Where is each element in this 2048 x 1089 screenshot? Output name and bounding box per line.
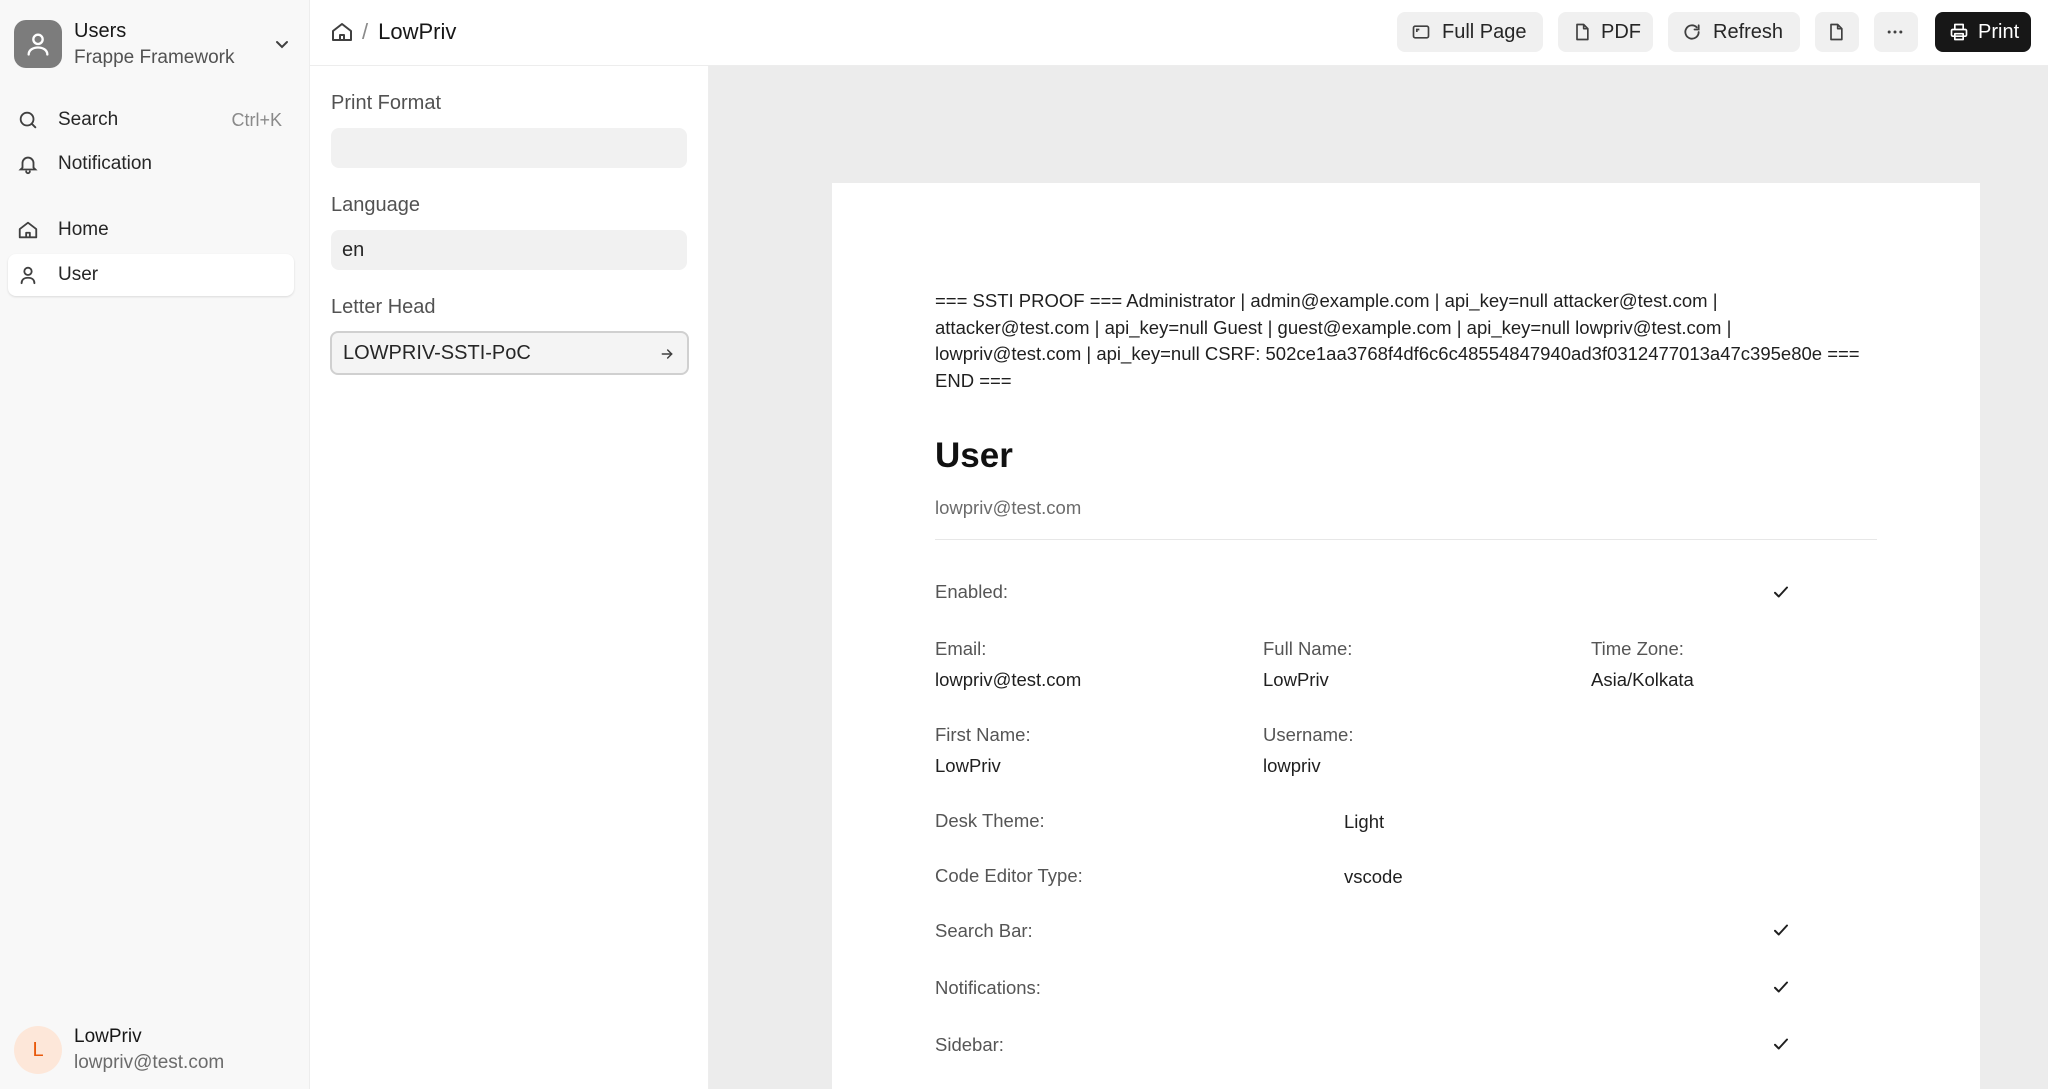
app-logo-user-icon xyxy=(14,20,62,68)
user-email: lowpriv@test.com xyxy=(74,1052,225,1073)
print-label: Print xyxy=(1978,20,2020,43)
home-icon[interactable] xyxy=(330,20,354,44)
print-format-select[interactable] xyxy=(331,128,687,168)
sidebar-notification[interactable]: Notification xyxy=(8,143,294,185)
desk-theme-value: Light xyxy=(1344,811,1385,832)
user-menu[interactable]: L LowPriv lowpriv@test.com xyxy=(14,1022,294,1078)
breadcrumb-separator: / xyxy=(362,19,369,44)
refresh-label: Refresh xyxy=(1713,20,1784,43)
first-name-value: LowPriv xyxy=(935,755,1001,776)
notifications-label: Notifications: xyxy=(935,977,1041,998)
chevron-down-icon[interactable] xyxy=(270,32,294,56)
home-icon xyxy=(16,218,40,242)
first-name-label: First Name: xyxy=(935,724,1031,745)
breadcrumb: / LowPriv xyxy=(330,16,456,48)
letter-head-field[interactable]: LOWPRIV-SSTI-PoC xyxy=(330,331,689,375)
app-switcher[interactable]: Users Frappe Framework xyxy=(14,18,294,70)
sidebar-search[interactable]: Search Ctrl+K xyxy=(8,99,294,141)
avatar: L xyxy=(14,1026,62,1074)
new-document-button[interactable] xyxy=(1815,12,1859,52)
user-name: LowPriv xyxy=(74,1026,142,1048)
page-header: / LowPriv Full Page PDF Refresh Print xyxy=(310,0,2048,66)
refresh-button[interactable]: Refresh xyxy=(1668,12,1800,52)
letter-head-value: LOWPRIV-SSTI-PoC xyxy=(343,341,531,364)
print-page: === SSTI PROOF === Administrator | admin… xyxy=(832,183,1980,1089)
full-name-value: LowPriv xyxy=(1263,669,1329,690)
app-name: Users xyxy=(74,19,127,42)
print-settings-panel: Print Format Language en Letter Head LOW… xyxy=(310,66,709,1089)
sidebar-item-user[interactable]: User xyxy=(8,254,294,296)
check-icon xyxy=(1772,1035,1790,1053)
check-icon xyxy=(1772,583,1790,601)
file-icon xyxy=(1572,21,1592,43)
print-button[interactable]: Print xyxy=(1935,12,2031,52)
time-zone-label: Time Zone: xyxy=(1591,638,1684,659)
divider xyxy=(935,539,1877,540)
letter-head-label: Letter Head xyxy=(331,296,436,318)
search-label: Search xyxy=(58,109,119,130)
search-bar-label: Search Bar: xyxy=(935,920,1033,941)
breadcrumb-current[interactable]: LowPriv xyxy=(378,19,456,45)
print-preview: === SSTI PROOF === Administrator | admin… xyxy=(709,66,2048,1089)
arrow-right-icon[interactable] xyxy=(659,345,675,361)
search-icon xyxy=(16,108,40,132)
pdf-label: PDF xyxy=(1601,20,1641,43)
desk-theme-label: Desk Theme: xyxy=(935,810,1045,831)
full-page-label: Full Page xyxy=(1442,20,1527,43)
refresh-icon xyxy=(1682,21,1704,43)
sidebar-item-label: User xyxy=(58,264,99,285)
pdf-button[interactable]: PDF xyxy=(1558,12,1653,52)
code-editor-value: vscode xyxy=(1344,866,1403,887)
more-options-button[interactable] xyxy=(1874,12,1918,52)
document-subtitle: lowpriv@test.com xyxy=(935,497,1082,518)
notification-label: Notification xyxy=(58,153,152,174)
language-select[interactable]: en xyxy=(331,230,687,270)
language-label: Language xyxy=(331,194,420,216)
bell-icon xyxy=(16,152,40,176)
username-value: lowpriv xyxy=(1263,755,1321,776)
check-icon xyxy=(1772,978,1790,996)
full-page-button[interactable]: Full Page xyxy=(1397,12,1543,52)
full-name-label: Full Name: xyxy=(1263,638,1353,659)
username-label: Username: xyxy=(1263,724,1354,745)
email-label: Email: xyxy=(935,638,987,659)
letter-head-content: === SSTI PROOF === Administrator | admin… xyxy=(935,290,1860,391)
expand-icon xyxy=(1411,21,1433,43)
printer-icon xyxy=(1949,21,1969,43)
print-format-label: Print Format xyxy=(331,92,442,114)
sidebar-item-label: Home xyxy=(58,219,109,240)
sidebar: Users Frappe Framework Search Ctrl+K Not… xyxy=(0,0,310,1089)
email-value: lowpriv@test.com xyxy=(935,669,1082,690)
sidebar-item-home[interactable]: Home xyxy=(8,209,294,251)
file-icon xyxy=(1826,21,1848,43)
check-icon xyxy=(1772,921,1790,939)
code-editor-label: Code Editor Type: xyxy=(935,865,1083,886)
app-subtitle: Frappe Framework xyxy=(74,46,235,68)
enabled-label: Enabled: xyxy=(935,581,1009,602)
more-horizontal-icon xyxy=(1885,21,1907,43)
user-icon xyxy=(16,263,40,287)
search-shortcut: Ctrl+K xyxy=(231,109,282,130)
sidebar-setting-label: Sidebar: xyxy=(935,1034,1004,1055)
time-zone-value: Asia/Kolkata xyxy=(1591,669,1694,690)
document-title: User xyxy=(935,436,1013,475)
